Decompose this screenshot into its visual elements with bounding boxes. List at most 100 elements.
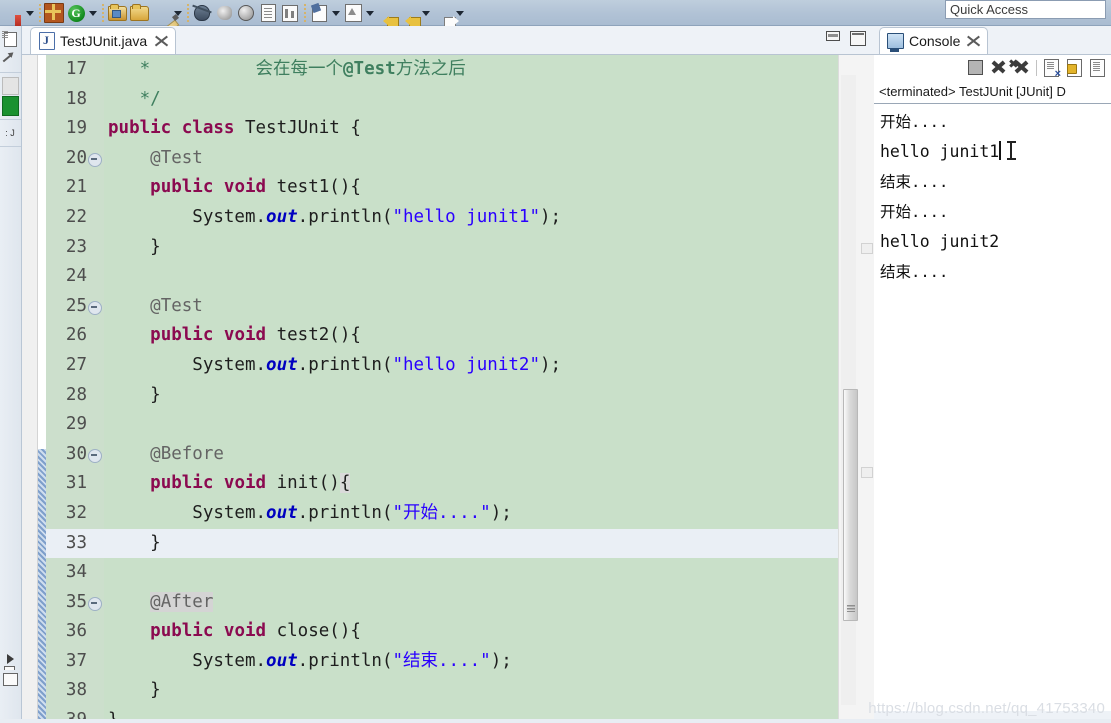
editor-tab-row: TestJUnit.java bbox=[22, 26, 874, 54]
clear-console-icon[interactable] bbox=[1040, 57, 1063, 80]
line-number: 25 bbox=[46, 292, 104, 322]
document-icon[interactable] bbox=[257, 2, 279, 24]
quick-access-label: Quick Access bbox=[950, 2, 1029, 17]
refactor-icon[interactable]: G bbox=[65, 2, 87, 24]
code-line[interactable]: public void close(){ bbox=[104, 617, 838, 647]
code-line[interactable]: @Before bbox=[104, 440, 838, 470]
back-arrow-2-icon[interactable] bbox=[398, 2, 421, 27]
code-line[interactable]: System.out.println("结束...."); bbox=[104, 647, 838, 677]
line-number: 38 bbox=[65, 680, 87, 701]
forward-arrow-icon[interactable] bbox=[432, 2, 459, 27]
code-line[interactable] bbox=[104, 558, 838, 588]
code-line[interactable]: System.out.println("开始...."); bbox=[104, 499, 838, 529]
console-view: Console <terminated> TestJUnit [JUnit] D… bbox=[874, 26, 1111, 723]
code-line[interactable] bbox=[104, 262, 838, 292]
terminate-icon[interactable] bbox=[964, 57, 987, 79]
fold-collapse-icon[interactable] bbox=[88, 152, 102, 167]
restore-view-icon[interactable] bbox=[0, 669, 20, 689]
fold-collapse-icon[interactable] bbox=[88, 448, 102, 463]
minimize-icon[interactable] bbox=[826, 31, 840, 41]
code-line[interactable]: } bbox=[104, 233, 838, 263]
editor-overview-ruler[interactable] bbox=[838, 55, 874, 723]
code-line[interactable]: */ bbox=[104, 85, 838, 115]
console-icon bbox=[887, 33, 904, 52]
outline-icon[interactable] bbox=[0, 49, 20, 69]
toolbar-dropdown-arrow[interactable] bbox=[24, 2, 36, 24]
line-number: 30 bbox=[46, 440, 104, 470]
editor-scrollbar-track[interactable] bbox=[841, 75, 858, 705]
leftbar-group-run bbox=[0, 73, 21, 120]
quick-access-field[interactable]: Quick Access bbox=[945, 0, 1106, 19]
upload-icon[interactable] bbox=[342, 2, 364, 24]
editor-tab-testjunit[interactable]: TestJUnit.java bbox=[30, 27, 177, 54]
folder-icon[interactable] bbox=[128, 2, 150, 24]
code-line[interactable]: } bbox=[104, 676, 838, 706]
pin-console-icon[interactable] bbox=[1086, 57, 1109, 79]
console-output[interactable]: 开始.... hello junit1 结束.... 开始.... hello juni… bbox=[874, 104, 1111, 711]
remove-launch-icon[interactable] bbox=[987, 57, 1010, 79]
code-line[interactable]: System.out.println("hello junit1"); bbox=[104, 203, 838, 233]
gift-icon[interactable] bbox=[43, 2, 65, 24]
close-icon[interactable] bbox=[155, 35, 168, 48]
console-toolbar bbox=[874, 54, 1111, 80]
code-line[interactable]: } bbox=[104, 528, 838, 559]
line-number: 35 bbox=[46, 588, 104, 618]
table-icon[interactable] bbox=[279, 2, 301, 24]
remove-all-terminated-icon[interactable] bbox=[1010, 57, 1033, 79]
green-run-icon[interactable] bbox=[0, 96, 20, 116]
code-line[interactable]: @After bbox=[104, 588, 838, 618]
code-line[interactable] bbox=[104, 410, 838, 440]
overview-mark-upper bbox=[861, 243, 873, 254]
leftbar-group-junit: : J bbox=[0, 120, 21, 147]
toolbar-dropdown-arrow[interactable] bbox=[330, 2, 342, 24]
toolbar-dropdown-arrow[interactable] bbox=[420, 2, 432, 24]
debug-icon[interactable] bbox=[191, 2, 213, 24]
console-tab-title: Console bbox=[909, 33, 961, 49]
bottom-edge bbox=[0, 719, 1111, 723]
editor-code-area[interactable]: * 会在每一个@Test方法之后 */public class TestJUni… bbox=[104, 55, 838, 723]
line-number: 36 bbox=[65, 621, 87, 642]
toolbar-separator bbox=[36, 2, 43, 24]
line-number: 37 bbox=[65, 650, 87, 671]
run-icon[interactable] bbox=[213, 2, 235, 24]
junit-label[interactable]: : J bbox=[0, 123, 20, 143]
toolbar-dropdown-arrow[interactable] bbox=[364, 2, 376, 24]
workbench: : J TestJUnit.java bbox=[0, 26, 1111, 723]
code-line[interactable]: public class TestJUnit { bbox=[104, 114, 838, 144]
edit-icon[interactable] bbox=[308, 2, 330, 24]
run-all-icon[interactable] bbox=[235, 2, 257, 24]
line-numbers: 17 18 19 20 21 22 23 24 25 26 27 28 29 30 31 32 33 34 35 36… bbox=[46, 55, 104, 723]
fold-collapse-icon[interactable] bbox=[88, 596, 102, 611]
line-number: 19 bbox=[65, 118, 87, 139]
gray-view-icon[interactable] bbox=[0, 76, 20, 96]
pencil-icon[interactable] bbox=[150, 2, 172, 24]
code-lines: * 会在每一个@Test方法之后 */public class TestJUni… bbox=[104, 55, 838, 723]
console-output-line: hello junit2 bbox=[880, 232, 1000, 251]
editor-body: 17 18 19 20 21 22 23 24 25 26 27 28 29 30 31 32 33 34 35 36… bbox=[22, 54, 874, 723]
eclipse-window: G Quick Access: J J TestJUnit.java 17 1… bbox=[0, 0, 1111, 723]
maximize-icon[interactable] bbox=[850, 31, 866, 46]
red-left-icon[interactable] bbox=[2, 2, 24, 29]
line-number: 17 bbox=[65, 59, 87, 79]
code-line[interactable]: @Test bbox=[104, 292, 838, 322]
editor-scrollbar-thumb[interactable] bbox=[843, 389, 858, 621]
console-tab[interactable]: Console bbox=[879, 27, 989, 54]
code-line[interactable]: public void test1(){ bbox=[104, 173, 838, 203]
console-output-line: 结束.... bbox=[880, 173, 949, 191]
editor-marker-column[interactable] bbox=[22, 55, 38, 723]
code-line[interactable]: * 会在每一个@Test方法之后 bbox=[104, 55, 838, 85]
open-folder-icon[interactable] bbox=[106, 2, 128, 24]
code-line[interactable]: @Test bbox=[104, 144, 838, 174]
back-arrow-icon[interactable] bbox=[376, 2, 399, 27]
code-line[interactable]: public void test2(){ bbox=[104, 321, 838, 351]
code-line[interactable]: System.out.println("hello junit2"); bbox=[104, 351, 838, 381]
package-explorer-icon[interactable] bbox=[0, 29, 20, 49]
line-number: 32 bbox=[65, 502, 87, 523]
code-line[interactable]: public void init(){ bbox=[104, 469, 838, 499]
toolbar-dropdown-arrow[interactable] bbox=[87, 2, 99, 24]
leftbar-bottom-group bbox=[0, 649, 22, 689]
scroll-lock-icon[interactable] bbox=[1063, 57, 1086, 79]
code-line[interactable]: } bbox=[104, 381, 838, 411]
fold-collapse-icon[interactable] bbox=[88, 300, 102, 315]
close-icon[interactable] bbox=[967, 35, 980, 48]
